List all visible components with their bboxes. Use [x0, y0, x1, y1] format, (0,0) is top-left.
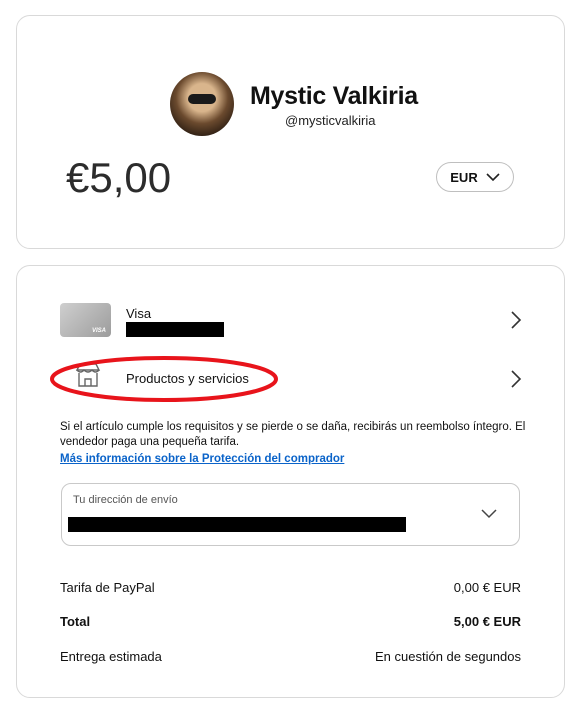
fee-row: Tarifa de PayPal 0,00 € EUR: [60, 580, 521, 595]
card-icon: VISA: [60, 303, 111, 337]
redacted-address: [68, 517, 406, 532]
delivery-value: En cuestión de segundos: [375, 649, 521, 664]
annotation-ellipse: [50, 356, 278, 402]
chevron-right-icon: [511, 311, 522, 329]
buyer-protection-text: Si el artículo cumple los requisitos y s…: [60, 421, 526, 448]
buyer-protection-link[interactable]: Más información sobre la Protección del …: [60, 453, 344, 465]
total-row: Total 5,00 € EUR: [60, 614, 521, 629]
total-label: Total: [60, 614, 91, 629]
fee-value: 0,00 € EUR: [453, 580, 521, 595]
payment-header-card: [16, 15, 565, 249]
redacted-card-number: [126, 322, 224, 337]
visa-payment-method[interactable]: VISA Visa: [60, 303, 522, 341]
recipient-handle: @mysticvalkiria: [285, 113, 376, 128]
currency-label: EUR: [450, 169, 478, 185]
amount-display[interactable]: €5,00: [66, 154, 171, 202]
currency-selector[interactable]: EUR: [436, 162, 514, 192]
delivery-row: Entrega estimada En cuestión de segundos: [60, 649, 521, 664]
shipping-address-select[interactable]: Tu dirección de envío: [61, 483, 520, 546]
delivery-label: Entrega estimada: [60, 649, 162, 664]
fee-label: Tarifa de PayPal: [60, 580, 155, 595]
chevron-down-icon: [481, 509, 497, 519]
total-value: 5,00 € EUR: [453, 614, 521, 629]
chevron-down-icon: [486, 173, 500, 182]
payment-method-title: Visa: [126, 306, 152, 321]
shipping-address-label: Tu dirección de envío: [73, 494, 178, 506]
chevron-right-icon: [511, 370, 522, 388]
card-brand-label: VISA: [91, 328, 106, 334]
recipient-name: Mystic Valkiria: [250, 82, 418, 110]
avatar-mask-detail: [188, 94, 216, 104]
avatar: [170, 72, 234, 136]
